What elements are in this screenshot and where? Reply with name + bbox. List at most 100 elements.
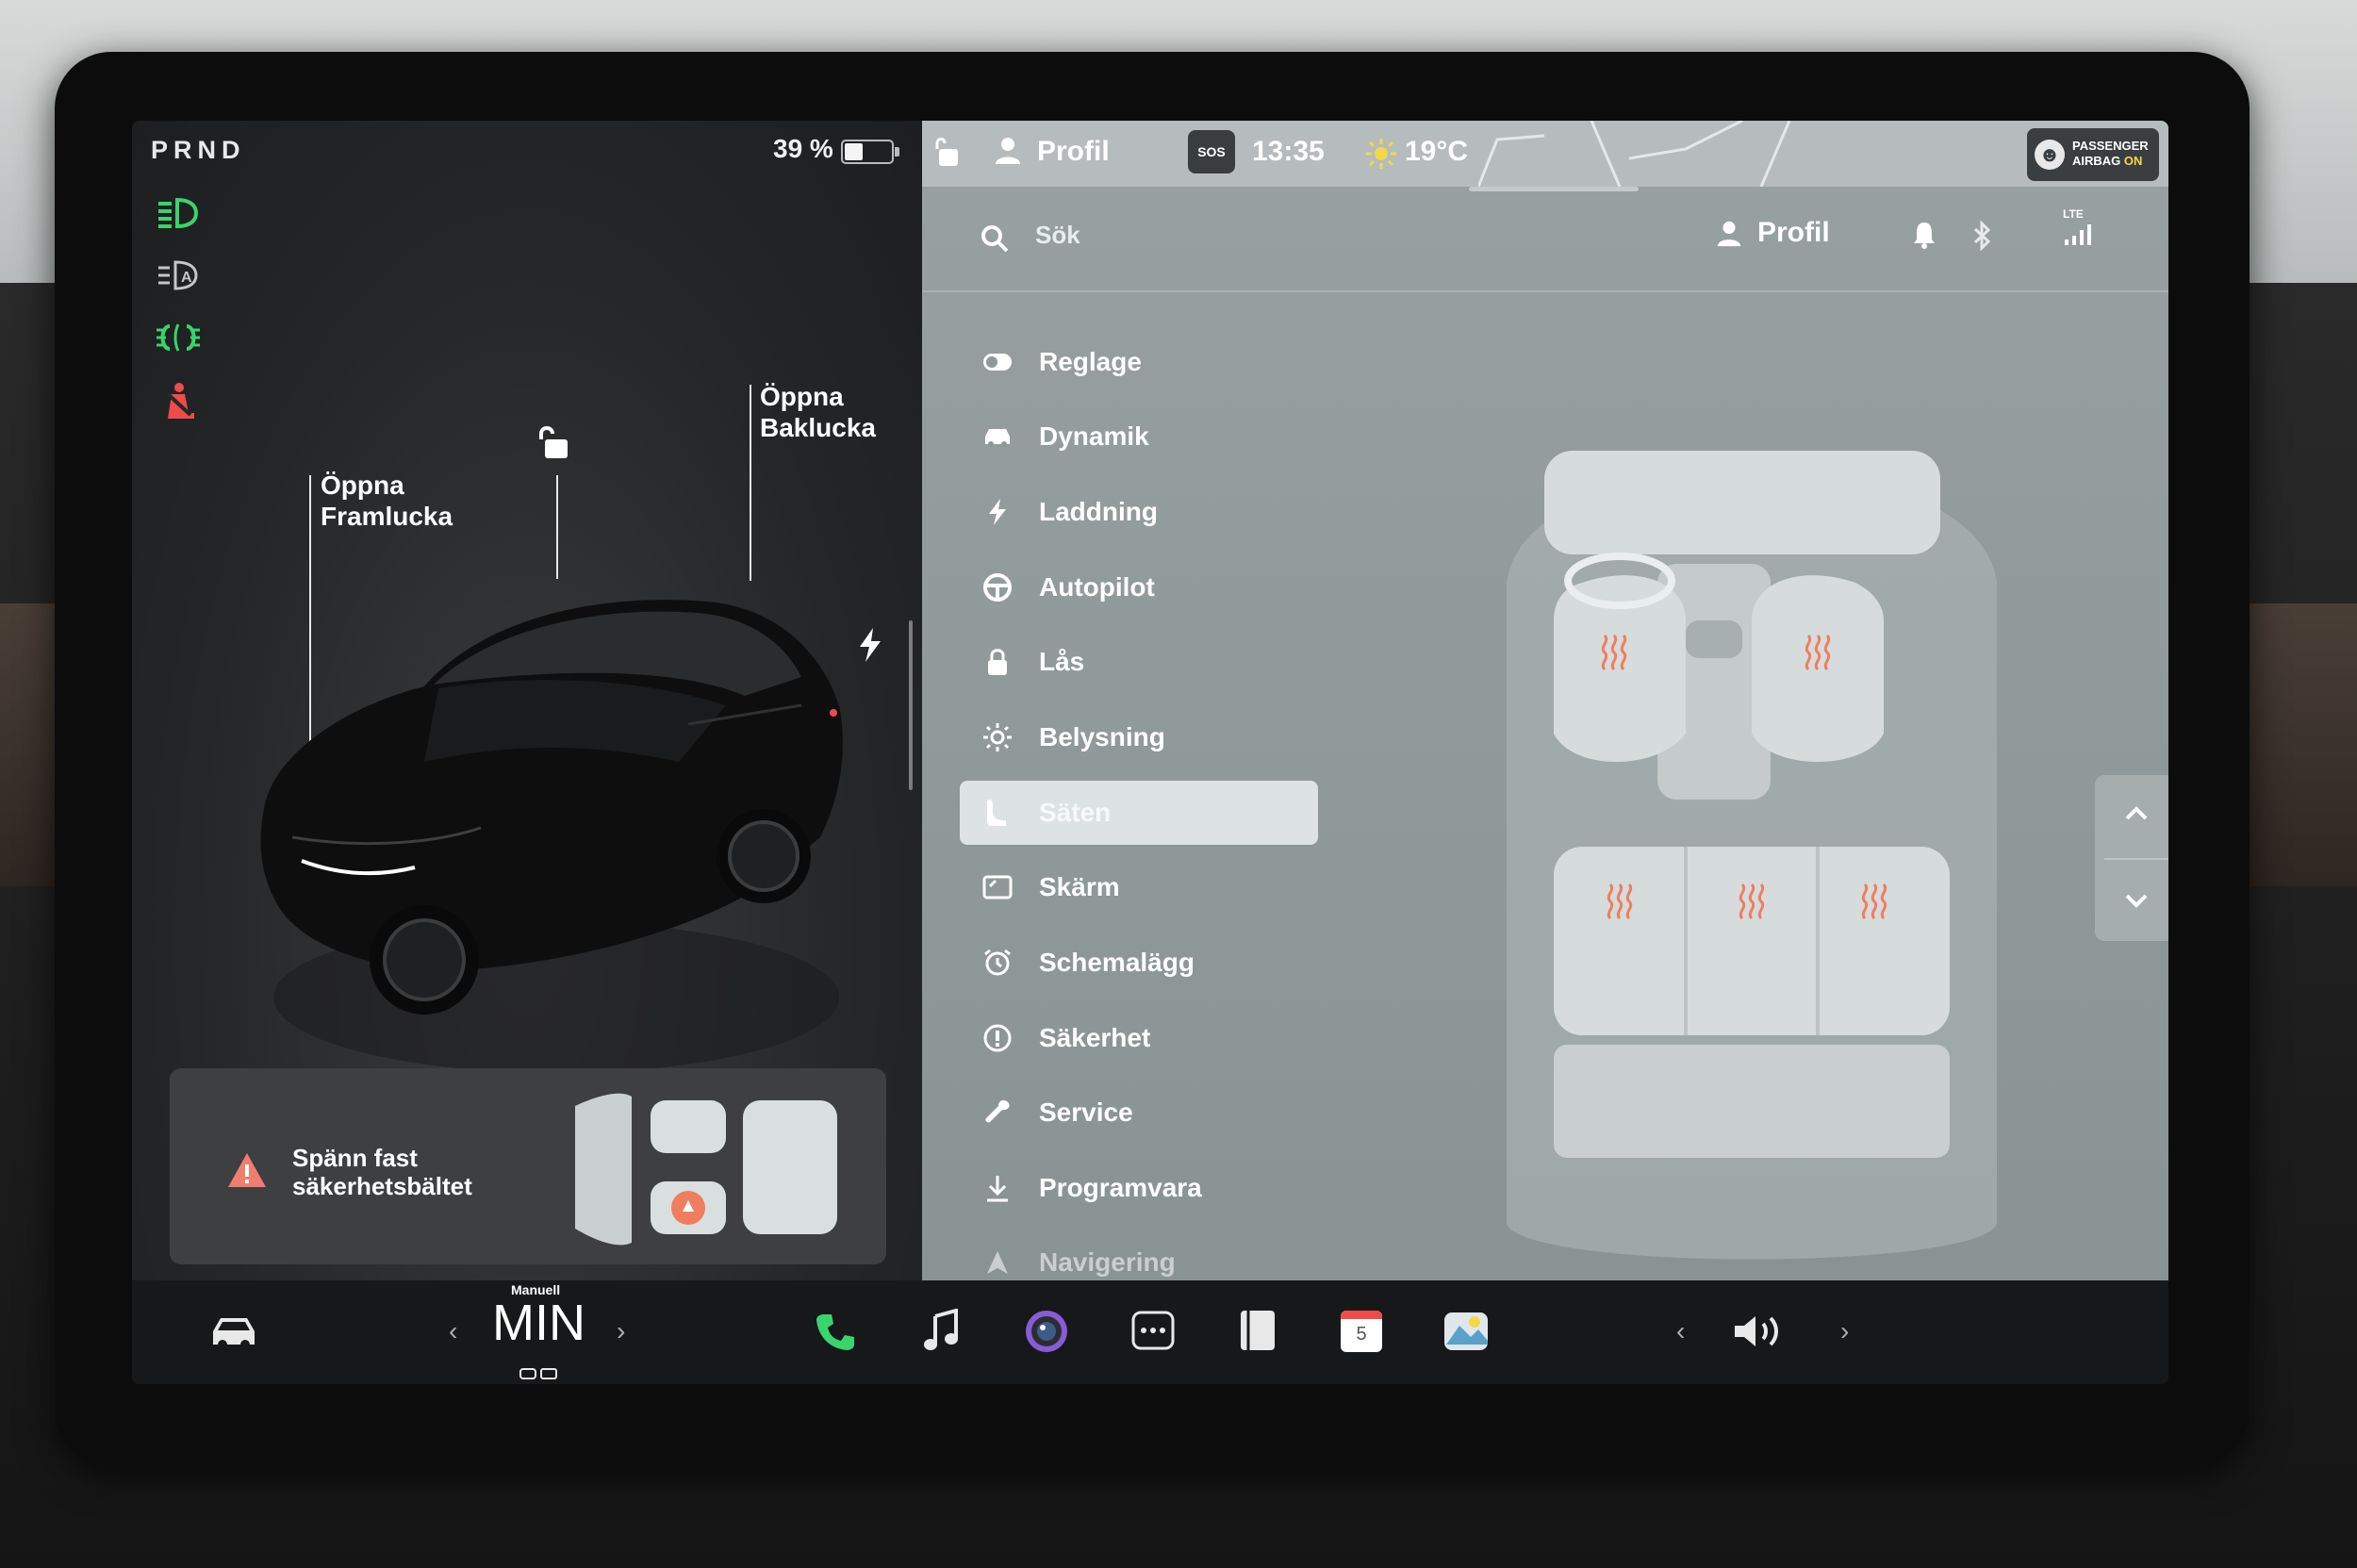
settings-header: Sök Profil LTE	[922, 187, 2168, 292]
menu-item-saten[interactable]: Säten	[960, 780, 1318, 845]
passenger-airbag-status: ☻ PASSENGER AIRBAG ON	[2027, 128, 2159, 181]
more-apps-icon[interactable]	[1131, 1311, 1175, 1350]
airbag-label-line2: AIRBAG ON	[2072, 154, 2149, 169]
headlight-icon	[158, 197, 199, 229]
sun-weather-icon	[1366, 139, 1396, 169]
airbag-label-word: AIRBAG	[2072, 154, 2121, 168]
navigation-icon	[969, 1244, 1026, 1281]
menu-item-service[interactable]: Service	[960, 1075, 1318, 1150]
frunk-callout-line2: Framlucka	[321, 502, 453, 531]
temp-decrease-arrow[interactable]: ‹	[449, 1316, 457, 1346]
vehicle-panel: PRND 39 % A Öppna Framlucka Öppna Bakluc…	[132, 121, 922, 1280]
defrost-icon	[519, 1368, 557, 1379]
lock-icon	[969, 643, 1026, 681]
volume-increase-arrow[interactable]: ›	[1840, 1316, 1849, 1346]
volume-decrease-arrow[interactable]: ‹	[1676, 1316, 1685, 1346]
steering-wheel-icon	[969, 569, 1026, 606]
menu-item-programvara[interactable]: Programvara	[960, 1150, 1318, 1226]
menu-label: Service	[1039, 1098, 1133, 1128]
download-icon	[969, 1169, 1026, 1207]
menu-item-skarm[interactable]: Skärm	[960, 850, 1318, 926]
seat-occupancy-diagram	[575, 1093, 837, 1246]
bell-icon[interactable]	[1912, 221, 1937, 249]
search-icon[interactable]	[981, 224, 1009, 253]
status-bar: Profil SOS 13:35 19°C ☻ PASSENGER AIRBAG…	[922, 121, 2168, 187]
menu-label: Navigering	[1039, 1247, 1176, 1278]
seat-heater-diagram[interactable]	[1469, 394, 2035, 1271]
manual-icon[interactable]	[1235, 1309, 1278, 1352]
profile-button[interactable]: Profil	[1037, 136, 1110, 168]
calendar-icon[interactable]: 5	[1341, 1311, 1382, 1352]
wrench-icon	[969, 1094, 1026, 1131]
music-icon[interactable]	[922, 1309, 960, 1352]
scroll-divider	[2104, 858, 2168, 860]
menu-label: Schemalägg	[1039, 947, 1195, 977]
menu-item-schemalagg[interactable]: Schemalägg	[960, 925, 1318, 1000]
unlock-icon[interactable]	[536, 424, 577, 462]
menu-label: Autopilot	[1039, 571, 1155, 602]
menu-item-autopilot[interactable]: Autopilot	[960, 550, 1318, 625]
seatbelt-warning-text: Spänn fast säkerhetsbältet	[292, 1144, 472, 1200]
search-input[interactable]: Sök	[1035, 221, 1080, 250]
fog-light-icon	[157, 323, 200, 352]
car-icon[interactable]	[207, 1312, 260, 1350]
trunk-callout[interactable]: Öppna Baklucka	[760, 381, 876, 443]
airbag-state: ON	[2123, 154, 2143, 168]
profile-icon	[1717, 221, 1741, 247]
seatbelt-warning-icon	[166, 383, 194, 419]
car-3d-model[interactable]	[236, 564, 877, 1092]
menu-item-laddning[interactable]: Laddning	[960, 474, 1318, 550]
menu-label: Lås	[1039, 647, 1085, 677]
toybox-icon[interactable]	[1442, 1307, 1490, 1352]
menu-label: Programvara	[1039, 1172, 1202, 1202]
gear-selector[interactable]: PRND	[151, 136, 246, 165]
temp-increase-arrow[interactable]: ›	[617, 1316, 625, 1346]
cabin-temperature[interactable]: MIN	[492, 1294, 585, 1352]
menu-item-dynamik[interactable]: Dynamik	[960, 400, 1318, 475]
airbag-icon: ☻	[2035, 140, 2065, 170]
auto-headlight-icon: A	[158, 260, 198, 290]
signal-strength-icon	[2065, 224, 2091, 245]
volume-icon[interactable]	[1733, 1312, 1788, 1350]
airbag-label-line1: PASSENGER	[2072, 139, 2149, 153]
car-icon	[969, 418, 1026, 455]
chevron-up-icon[interactable]	[2123, 805, 2150, 822]
bluetooth-icon[interactable]	[1972, 221, 1993, 251]
unlock-status-icon[interactable]	[933, 136, 964, 170]
camera-icon[interactable]	[1024, 1309, 1069, 1354]
panel-resize-handle[interactable]	[909, 620, 913, 790]
menu-item-las[interactable]: Lås	[960, 624, 1318, 700]
info-circle-icon	[969, 1019, 1026, 1057]
frunk-callout-line1: Öppna	[321, 470, 404, 500]
chevron-down-icon[interactable]	[2123, 892, 2150, 909]
trunk-callout-line	[750, 385, 751, 581]
seatbelt-warning-card[interactable]: Spänn fast säkerhetsbältet	[170, 1068, 886, 1264]
svg-text:A: A	[181, 270, 192, 286]
menu-item-reglage[interactable]: Reglage	[960, 324, 1318, 400]
settings-menu: Reglage Dynamik Laddning Autopilot Lås B…	[960, 324, 1318, 1300]
menu-label: Laddning	[1039, 496, 1158, 526]
display-icon	[969, 868, 1026, 906]
menu-label: Säten	[1039, 797, 1112, 827]
sos-button[interactable]: SOS	[1188, 130, 1235, 173]
trunk-callout-line1: Öppna	[760, 382, 844, 411]
battery-icon	[841, 140, 899, 164]
battery-percentage: 39 %	[773, 134, 833, 163]
menu-label: Belysning	[1039, 721, 1165, 751]
scroll-buttons	[2095, 775, 2168, 941]
toggle-icon	[969, 343, 1026, 381]
outside-temperature: 19°C	[1405, 136, 1469, 167]
menu-label: Dynamik	[1039, 421, 1149, 452]
warning-triangle-icon	[228, 1153, 266, 1187]
menu-item-sakerhet[interactable]: Säkerhet	[960, 1000, 1318, 1076]
header-profile-button[interactable]: Profil	[1757, 217, 1830, 249]
calendar-day: 5	[1356, 1324, 1367, 1345]
seatbelt-warning-line1: Spänn fast	[292, 1144, 418, 1172]
phone-icon[interactable]	[815, 1311, 856, 1352]
calendar-header	[1341, 1311, 1382, 1319]
frunk-callout[interactable]: Öppna Framlucka	[321, 470, 453, 532]
menu-label: Reglage	[1039, 346, 1142, 376]
touchscreen: PRND 39 % A Öppna Framlucka Öppna Bakluc…	[132, 121, 2168, 1384]
alarm-clock-icon	[969, 944, 1026, 982]
menu-item-belysning[interactable]: Belysning	[960, 700, 1318, 775]
